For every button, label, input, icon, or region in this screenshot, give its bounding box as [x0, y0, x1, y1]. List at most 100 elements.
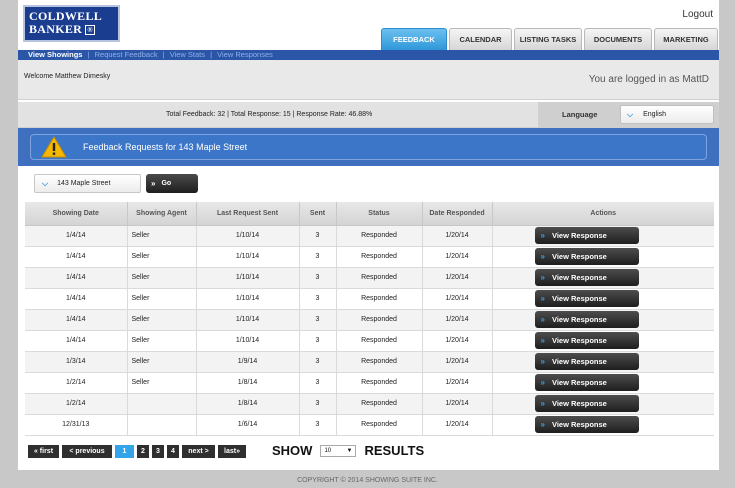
date-responded-cell: 1/20/14 [422, 414, 493, 436]
showing-agent-cell: Seller [127, 351, 197, 373]
actions-cell: » View Response [492, 393, 714, 415]
tab-marketing[interactable]: MARKETING [654, 28, 718, 50]
sent-cell: 3 [299, 393, 337, 415]
view-response-button[interactable]: » View Response [534, 353, 639, 370]
last-request-cell: 1/10/14 [196, 309, 300, 331]
view-response-label: View Response [551, 357, 607, 366]
showing-agent-cell: Seller [127, 288, 197, 310]
actions-cell: » View Response [492, 246, 714, 268]
view-response-label: View Response [551, 378, 607, 387]
view-response-button[interactable]: » View Response [534, 311, 639, 328]
col-last-request-sent[interactable]: Last Request Sent [196, 202, 300, 226]
date-responded-cell: 1/20/14 [422, 330, 493, 352]
view-response-button[interactable]: » View Response [534, 248, 639, 265]
page-4-button[interactable]: 4 [167, 445, 179, 458]
view-response-button[interactable]: » View Response [534, 395, 639, 412]
next-page-button[interactable]: next > [182, 445, 215, 458]
feedback-stats: Total Feedback: 32 | Total Response: 15 … [166, 111, 373, 118]
warning-icon [41, 136, 67, 158]
view-response-button[interactable]: » View Response [534, 227, 639, 244]
showing-date-cell: 1/4/14 [25, 267, 128, 289]
page-2-button[interactable]: 2 [137, 445, 149, 458]
double-chevron-right-icon: » [540, 399, 545, 408]
page: COLDWELL BANKER ® Logout FEEDBACK CALEND… [18, 0, 719, 470]
subnav-separator: | [162, 50, 165, 59]
main-tabs: FEEDBACK CALENDAR LISTING TASKS DOCUMENT… [381, 28, 718, 50]
last-request-cell: 1/6/14 [196, 414, 300, 436]
results-per-page-select[interactable]: 10 ▼ [320, 444, 357, 457]
last-request-cell: 1/10/14 [196, 330, 300, 352]
view-response-label: View Response [551, 231, 607, 240]
language-value: English [643, 111, 667, 118]
col-sent[interactable]: Sent [299, 202, 337, 226]
results-label: RESULTS [364, 443, 425, 458]
status-cell: Responded [336, 393, 423, 415]
results-per-page-value: 10 [324, 447, 332, 454]
table-row: 1/4/14 Seller 1/10/14 3 Responded 1/20/14 » Vie… [25, 225, 714, 247]
last-page-button[interactable]: last» [218, 445, 246, 458]
col-status[interactable]: Status [336, 202, 423, 226]
status-cell: Responded [336, 246, 423, 268]
subnav-view-stats[interactable]: View Stats [170, 50, 205, 59]
status-cell: Responded [336, 414, 423, 436]
subnav-request-feedback[interactable]: Request Feedback [95, 50, 158, 59]
date-responded-cell: 1/20/14 [422, 267, 493, 289]
tab-feedback[interactable]: FEEDBACK [381, 28, 447, 50]
sub-navigation: View Showings | Request Feedback | View … [18, 50, 719, 60]
actions-cell: » View Response [492, 309, 714, 331]
pagination: « first < previous 1 2 3 4 next > last» [28, 445, 246, 458]
welcome-message: Welcome Matthew Dimesky [24, 73, 111, 80]
sent-cell: 3 [299, 309, 337, 331]
tab-documents[interactable]: DOCUMENTS [584, 28, 652, 50]
status-cell: Responded [336, 225, 423, 247]
showing-agent-cell [127, 414, 197, 436]
table-row: 1/4/14 Seller 1/10/14 3 Responded 1/20/14 » Vie… [25, 246, 714, 268]
feedback-alert: Feedback Requests for 143 Maple Street [30, 134, 707, 160]
table-row: 1/4/14 Seller 1/10/14 3 Responded 1/20/14 » Vie… [25, 309, 714, 331]
last-request-cell: 1/8/14 [196, 372, 300, 394]
view-response-button[interactable]: » View Response [534, 290, 639, 307]
language-select[interactable]: ⌵ English [620, 105, 714, 124]
last-request-cell: 1/8/14 [196, 393, 300, 415]
coldwell-banker-logo[interactable]: COLDWELL BANKER ® [23, 5, 120, 42]
actions-cell: » View Response [492, 288, 714, 310]
property-select[interactable]: ⌵ 143 Maple Street [34, 174, 141, 193]
subnav-view-showings[interactable]: View Showings [28, 50, 82, 59]
table-header-row: Showing Date Showing Agent Last Request … [25, 202, 714, 226]
sent-cell: 3 [299, 351, 337, 373]
logout-link[interactable]: Logout [682, 9, 713, 20]
page-1-button[interactable]: 1 [115, 445, 134, 458]
showing-agent-cell: Seller [127, 309, 197, 331]
status-cell: Responded [336, 372, 423, 394]
view-response-label: View Response [551, 273, 607, 282]
view-response-label: View Response [551, 420, 607, 429]
chevron-down-icon: ▼ [346, 447, 353, 454]
view-response-button[interactable]: » View Response [534, 269, 639, 286]
double-chevron-right-icon: » [151, 179, 156, 188]
view-response-button[interactable]: » View Response [534, 332, 639, 349]
col-showing-agent[interactable]: Showing Agent [127, 202, 197, 226]
col-date-responded[interactable]: Date Responded [422, 202, 493, 226]
actions-cell: » View Response [492, 351, 714, 373]
stats-bar: Total Feedback: 32 | Total Response: 15 … [18, 102, 719, 128]
go-button[interactable]: » Go [146, 174, 198, 193]
status-cell: Responded [336, 330, 423, 352]
showing-date-cell: 12/31/13 [25, 414, 128, 436]
property-value: 143 Maple Street [57, 180, 111, 187]
showing-date-cell: 1/2/14 [25, 393, 128, 415]
double-chevron-right-icon: » [540, 420, 545, 429]
logo-line2-wrap: BANKER ® [29, 23, 114, 36]
status-cell: Responded [336, 288, 423, 310]
page-3-button[interactable]: 3 [152, 445, 164, 458]
view-response-button[interactable]: » View Response [534, 416, 639, 433]
status-cell: Responded [336, 351, 423, 373]
table-row: 1/4/14 Seller 1/10/14 3 Responded 1/20/14 » Vie… [25, 330, 714, 352]
previous-page-button[interactable]: < previous [62, 445, 112, 458]
view-response-button[interactable]: » View Response [534, 374, 639, 391]
first-page-button[interactable]: « first [28, 445, 59, 458]
subnav-view-responses[interactable]: View Responses [217, 50, 273, 59]
tab-calendar[interactable]: CALENDAR [449, 28, 512, 50]
col-showing-date[interactable]: Showing Date [25, 202, 128, 226]
tab-listing-tasks[interactable]: LISTING TASKS [514, 28, 582, 50]
sent-cell: 3 [299, 288, 337, 310]
